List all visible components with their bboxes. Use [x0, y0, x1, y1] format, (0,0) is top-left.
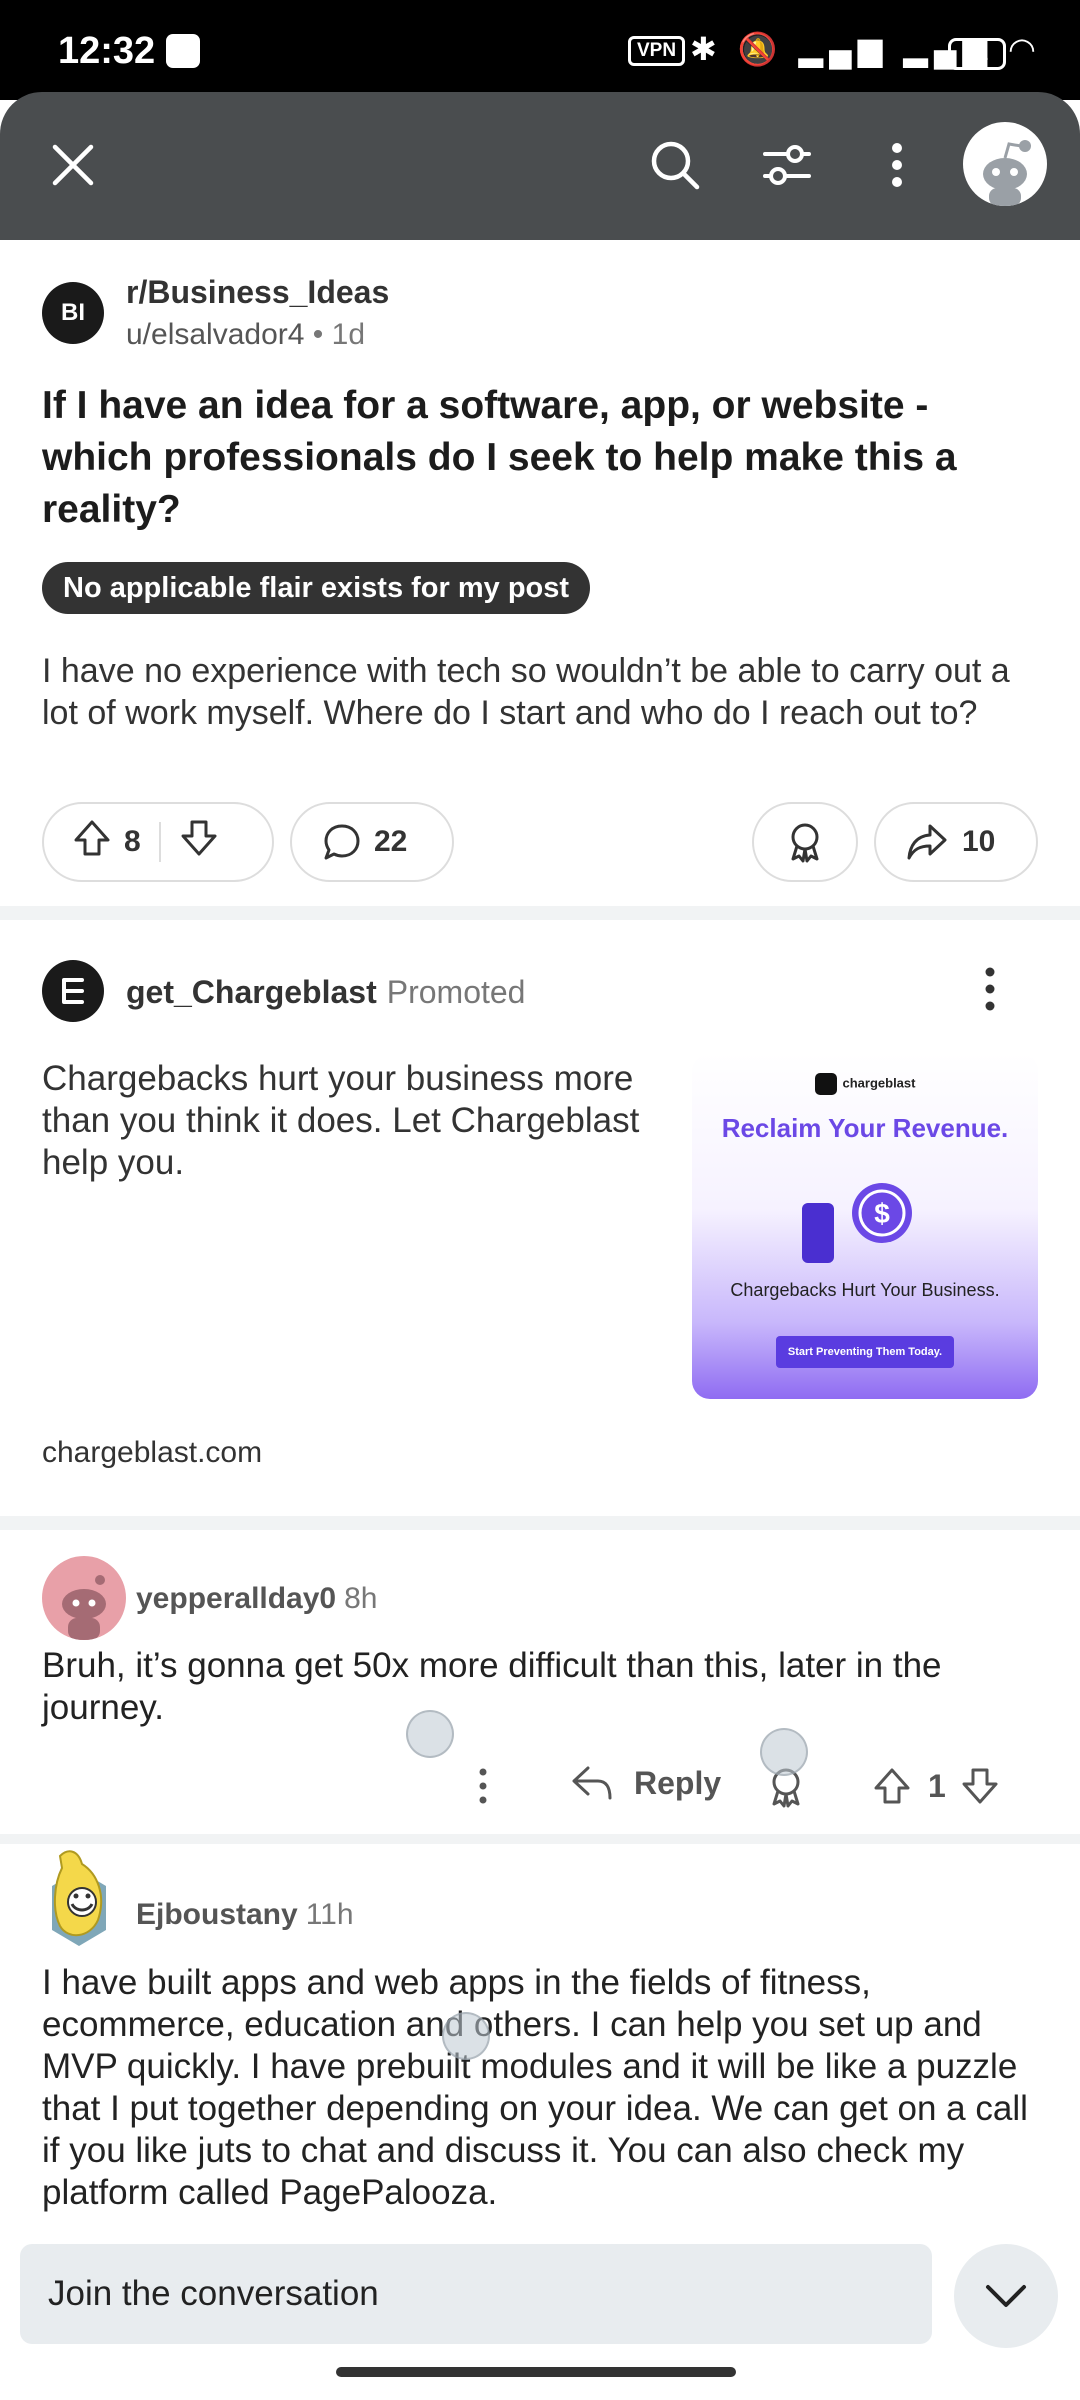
share-button[interactable]: 10: [874, 802, 1038, 882]
filter-icon: [763, 145, 811, 185]
vote-divider: [158, 822, 161, 862]
home-indicator[interactable]: [336, 2367, 736, 2377]
upvote-icon[interactable]: [872, 1766, 912, 1806]
comment-user-line: Ejboustany 11h: [136, 1898, 354, 1932]
upvote-icon: [74, 820, 110, 856]
share-icon: [907, 824, 947, 860]
advertiser-line: get_Chargeblast Promoted: [126, 974, 525, 1011]
post-body: I have no experience with tech so wouldn…: [42, 652, 1010, 732]
comment-count: 22: [374, 825, 408, 858]
comment-icon: [324, 824, 360, 860]
post-title: If I have an idea for a software, app, o…: [42, 384, 957, 531]
award-icon: [791, 823, 819, 863]
comment-vote-group: 1: [872, 1766, 1000, 1806]
ad-more-button[interactable]: [984, 966, 996, 1017]
snoo-avatar-icon: [62, 1575, 106, 1640]
comment-avatar[interactable]: [42, 1556, 126, 1640]
downvote-button[interactable]: [179, 818, 219, 866]
post-author-line: u/elsalvador4 • 1d: [126, 318, 365, 352]
chargeblast-logo-icon: [62, 978, 84, 1004]
reply-label: Reply: [634, 1764, 722, 1801]
touch-indicator: [406, 1710, 454, 1758]
post-age: 1d: [331, 318, 366, 351]
battery-indicator: 31: [948, 38, 1006, 70]
ad-image-brand: chargeblast: [692, 1073, 1038, 1095]
sort-filter-button[interactable]: [742, 120, 832, 210]
comment-age: 8h: [344, 1582, 378, 1615]
more-vert-icon: [479, 1768, 487, 1804]
award-button[interactable]: [752, 802, 858, 882]
comment-body: I have built apps and web apps in the fi…: [42, 1963, 1028, 2212]
join-conversation-input[interactable]: Join the conversation: [20, 2244, 932, 2344]
advertiser-logo[interactable]: [42, 960, 104, 1022]
comment-age: 11h: [305, 1898, 354, 1931]
svg-text:$: $: [874, 1198, 890, 1229]
promoted-label: Promoted: [386, 974, 526, 1010]
user-avatar-button[interactable]: [963, 122, 1047, 206]
comment-user-line: yepperallday0 8h: [136, 1582, 378, 1616]
snoo-avatar-icon: [983, 140, 1031, 206]
status-time: 12:32: [58, 30, 156, 72]
vote-pill: 8: [42, 802, 274, 882]
subreddit-icon-text: BI: [61, 299, 85, 326]
more-vert-icon: [892, 143, 902, 187]
ad-image-headline: Reclaim Your Revenue.: [721, 1113, 1009, 1143]
comment-vote-count: 1: [928, 1767, 946, 1804]
comment-more-button[interactable]: [478, 1768, 488, 1809]
ad-image[interactable]: chargeblast Reclaim Your Revenue. $ Char…: [692, 1053, 1038, 1399]
more-vert-icon: [985, 967, 995, 1011]
subreddit-name[interactable]: r/Business_Ideas: [126, 274, 389, 311]
comment-body: Bruh, it’s gonna get 50x more difficult …: [42, 1646, 942, 1727]
comment-avatar[interactable]: [38, 1846, 120, 1958]
post-author[interactable]: u/elsalvador4: [126, 318, 304, 351]
banana-avatar-icon: [52, 1850, 106, 1946]
upvote-button[interactable]: [72, 818, 112, 866]
section-divider: [0, 1516, 1080, 1530]
comments-button[interactable]: 22: [290, 802, 454, 882]
app-notification-icon: [166, 34, 200, 68]
section-divider: [0, 1834, 1080, 1844]
status-bar: 12:32 VPN ✱ 🔕 ▂▄▆ ▂▄▆ ◠ 31: [0, 0, 1080, 100]
search-icon: [651, 141, 700, 190]
chevron-down-icon: [986, 2285, 1026, 2307]
ad-domain-link[interactable]: chargeblast.com: [42, 1436, 262, 1470]
search-button[interactable]: [630, 120, 720, 210]
post-flair[interactable]: No applicable flair exists for my post: [42, 562, 591, 614]
vpn-badge: VPN: [628, 36, 686, 66]
comment-username[interactable]: yepperallday0: [136, 1582, 336, 1615]
close-button[interactable]: [28, 120, 118, 210]
reply-icon: [572, 1766, 612, 1800]
comment-username[interactable]: Ejboustany: [136, 1898, 298, 1931]
touch-indicator: [760, 1728, 808, 1776]
collapse-button[interactable]: [954, 2244, 1058, 2348]
close-icon: [52, 144, 94, 186]
meta-separator: •: [312, 318, 324, 351]
share-count: 10: [962, 825, 996, 858]
comment-reply-button[interactable]: Reply: [570, 1764, 721, 1802]
more-options-button[interactable]: [852, 120, 942, 210]
subreddit-icon[interactable]: BI: [42, 282, 104, 344]
downvote-icon: [181, 820, 217, 856]
touch-indicator: [442, 2012, 490, 2060]
post-vote-count: 8: [124, 825, 141, 858]
advertiser-name[interactable]: get_Chargeblast: [126, 974, 377, 1010]
section-divider: [0, 906, 1080, 920]
ad-text[interactable]: Chargebacks hurt your business more than…: [42, 1058, 682, 1184]
coin-phone-illustration: $: [802, 1183, 912, 1263]
downvote-icon[interactable]: [960, 1766, 1000, 1806]
ad-image-subtext: Chargebacks Hurt Your Business.: [730, 1280, 1000, 1300]
ad-image-cta: Start Preventing Them Today.: [776, 1336, 954, 1368]
